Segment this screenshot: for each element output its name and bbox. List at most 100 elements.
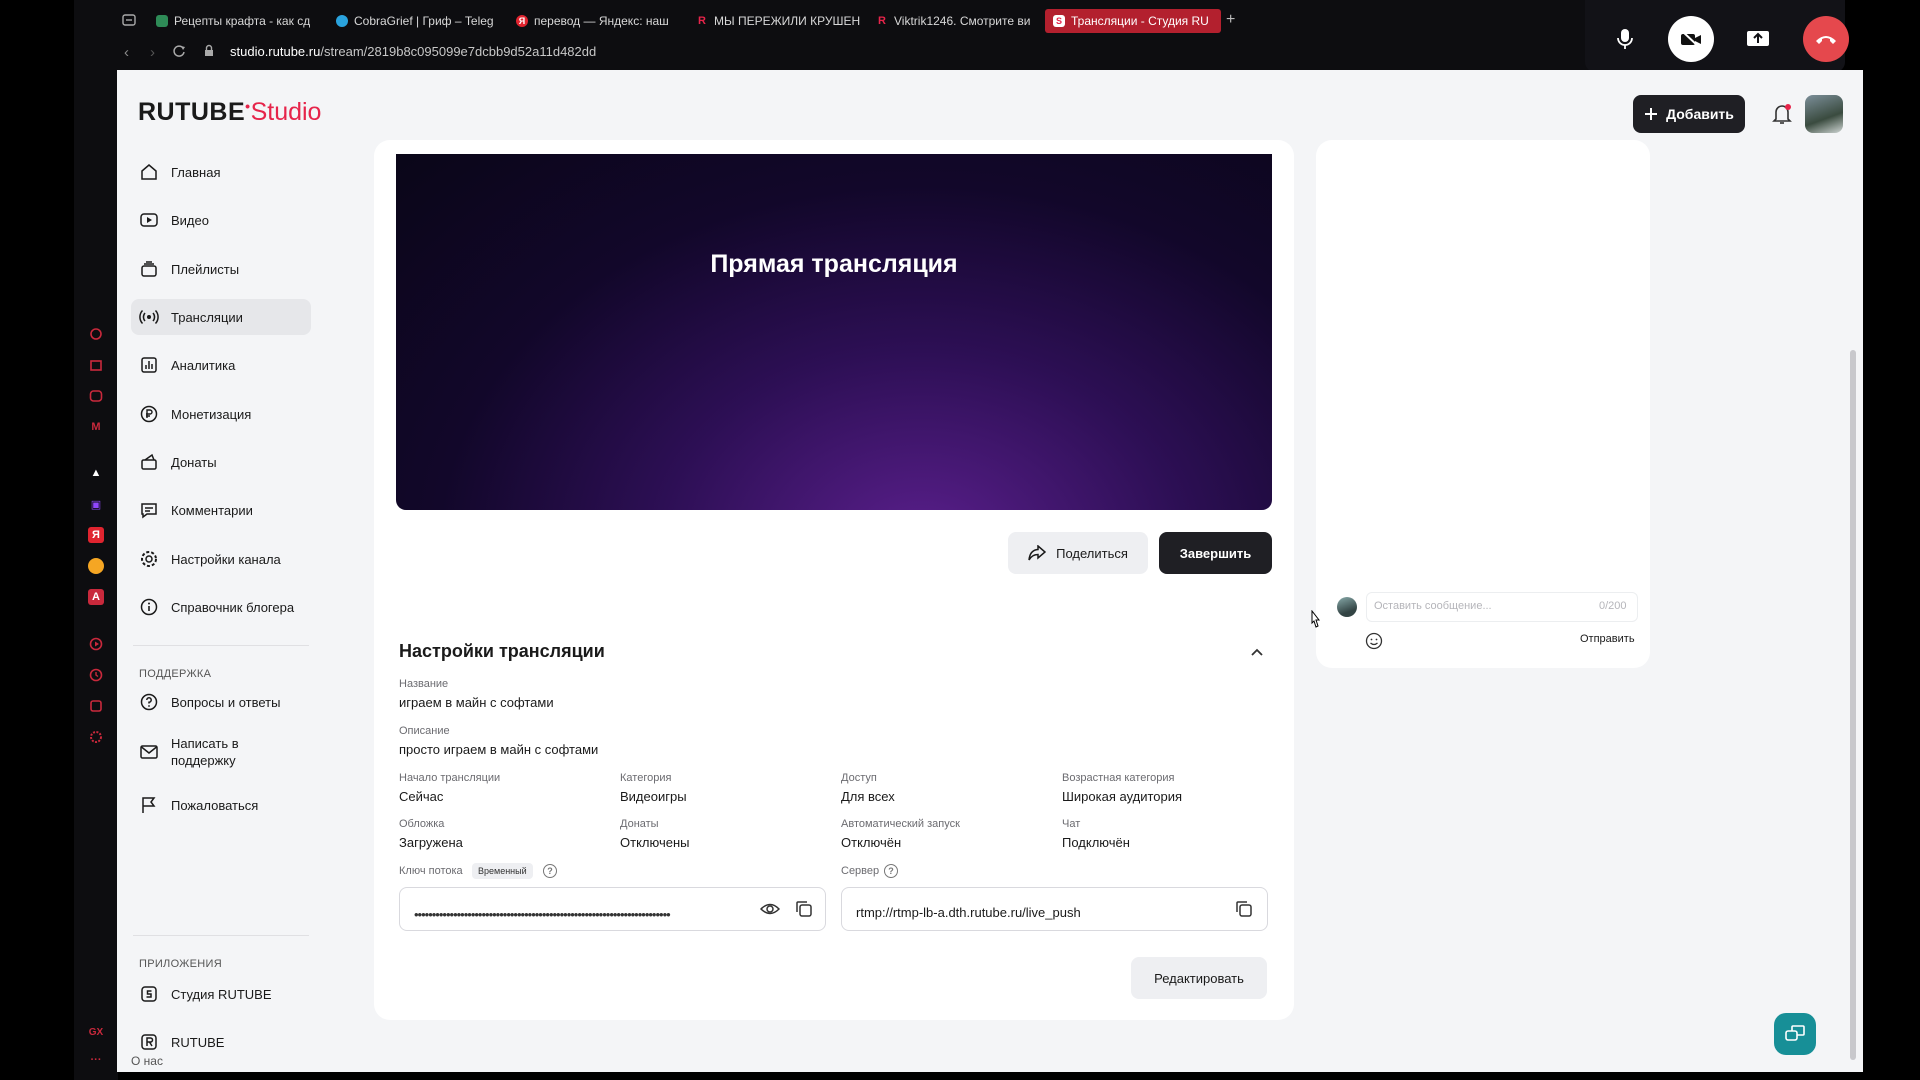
name-label: Название — [399, 678, 449, 690]
back-icon[interactable]: ‹ — [124, 44, 129, 61]
cover-value: Загружена — [399, 835, 463, 850]
tab-yandex-translate[interactable]: Я перевод — Яндекс: наш — [508, 9, 680, 33]
sidebar-item-faq[interactable]: Вопросы и ответы — [131, 684, 311, 720]
end-stream-button[interactable]: Завершить — [1159, 532, 1272, 574]
sidebar-item-label: Настройки канала — [171, 551, 281, 567]
sidebar-item-blogger-guide[interactable]: Справочник блогера — [131, 589, 311, 625]
yandex-icon: Я — [516, 15, 528, 27]
edit-button[interactable]: Редактировать — [1131, 957, 1267, 999]
hang-up-button[interactable] — [1803, 16, 1849, 62]
messenger-icon[interactable] — [88, 388, 104, 404]
microphone-button[interactable] — [1602, 16, 1648, 62]
sidebar-item-video[interactable]: Видео — [131, 202, 311, 238]
camera-off-button[interactable] — [1668, 16, 1714, 62]
playlist-icon — [141, 261, 157, 277]
sidebar-item-donations[interactable]: Донаты — [131, 444, 311, 480]
donate-icon — [141, 453, 157, 470]
url-field[interactable]: studio.rutube.ru/stream/2819b8c095099e7d… — [230, 44, 596, 59]
page-scrollbar[interactable] — [1850, 350, 1856, 1060]
tab-rutube-channel[interactable]: R Viktrik1246. Смотрите ви — [868, 9, 1040, 33]
support-section-title: ПОДДЕРЖКА — [139, 668, 212, 680]
rutube-studio-logo[interactable]: RUTUBE•Studio — [138, 98, 321, 127]
sidebar-divider — [133, 645, 309, 646]
donations-value: Отключены — [620, 835, 690, 850]
server-value: rtmp://rtmp-lb-a.dth.rutube.ru/live_push — [856, 905, 1081, 920]
lock-icon — [205, 44, 213, 56]
description-label: Описание — [399, 725, 450, 737]
gmail-icon[interactable]: M — [88, 419, 104, 435]
tab-studio-streams[interactable]: S Трансляции - Студия RU — [1045, 9, 1221, 33]
sidebar-item-broadcasts[interactable]: Трансляции — [131, 299, 311, 335]
edit-button-label: Редактировать — [1154, 970, 1244, 986]
sidebar-item-home[interactable]: Главная — [131, 154, 311, 190]
speed-dial-icon[interactable] — [88, 326, 104, 342]
mail-ru-icon[interactable] — [88, 558, 104, 574]
tab-telegram[interactable]: CobraGrief | Гриф – Teleg — [328, 9, 500, 33]
user-avatar[interactable] — [1805, 95, 1843, 133]
chat-bubbles-icon — [1785, 1025, 1805, 1041]
player-icon[interactable] — [88, 636, 104, 652]
sidebar-item-label: Видео — [171, 212, 209, 228]
eye-icon[interactable] — [760, 899, 780, 919]
broadcast-icon — [139, 309, 159, 325]
about-link[interactable]: О нас — [131, 1054, 163, 1068]
copy-icon[interactable] — [1234, 899, 1254, 919]
notifications-bell-icon[interactable] — [1770, 102, 1794, 126]
help-icon[interactable]: ? — [543, 864, 557, 878]
end-stream-button-label: Завершить — [1179, 545, 1252, 561]
gear-icon — [141, 551, 157, 567]
add-button-label: Добавить — [1666, 106, 1734, 122]
shopping-icon[interactable] — [88, 357, 104, 373]
sidebar-item-comments[interactable]: Комментарии — [131, 492, 311, 528]
tab-recipes[interactable]: Рецепты крафта - как сд — [148, 9, 320, 33]
logo-main: RUTUBE — [138, 98, 246, 126]
screen-share-icon — [1747, 31, 1769, 46]
studio-favicon-icon: S — [1053, 15, 1065, 27]
sidebar-item-label: Монетизация — [171, 406, 252, 422]
tab-rutube-video[interactable]: R МЫ ПЕРЕЖИЛИ КРУШЕН — [688, 9, 860, 33]
tab-menu-icon[interactable] — [122, 13, 136, 27]
emoji-icon[interactable] — [1365, 632, 1383, 650]
twitch-icon[interactable]: ▣ — [88, 496, 104, 512]
category-label: Категория — [620, 772, 672, 784]
stream-player[interactable]: Прямая трансляция — [396, 154, 1272, 510]
help-icon[interactable]: ? — [884, 864, 898, 878]
chat-send-button[interactable]: Отправить — [1580, 633, 1635, 645]
support-chat-button[interactable] — [1774, 1013, 1816, 1055]
chevron-up-icon[interactable] — [1249, 644, 1265, 660]
history-icon[interactable] — [88, 667, 104, 683]
chat-user-avatar — [1337, 597, 1357, 617]
settings-title: Настройки трансляции — [399, 641, 605, 661]
sidebar-item-label: Аналитика — [171, 357, 236, 373]
chat-placeholder: Оставить сообщение... — [1374, 600, 1492, 612]
chat-setting-label: Чат — [1062, 818, 1081, 830]
copy-icon[interactable] — [794, 899, 814, 919]
reload-icon[interactable] — [172, 44, 186, 58]
sidebar-app-icon[interactable]: ▲ — [88, 465, 104, 481]
more-icon[interactable]: ··· — [88, 1052, 104, 1068]
server-label: Сервер — [841, 865, 880, 877]
extensions-icon[interactable] — [88, 698, 104, 714]
gx-icon[interactable]: GX — [88, 1024, 104, 1040]
share-button[interactable]: Поделиться — [1008, 532, 1148, 574]
rutube-icon — [141, 1034, 157, 1050]
sidebar-item-channel-settings[interactable]: Настройки канала — [131, 541, 311, 577]
settings-icon[interactable] — [88, 729, 104, 745]
sidebar-item-contact-support[interactable]: Написать в поддержку — [131, 731, 311, 773]
new-tab-icon[interactable]: + — [1226, 11, 1235, 29]
sidebar-item-report[interactable]: Пожаловаться — [131, 787, 311, 823]
yandex-icon[interactable]: Я — [88, 527, 104, 543]
add-button[interactable]: Добавить — [1633, 95, 1745, 133]
donations-label: Донаты — [620, 818, 659, 830]
app-store-icon[interactable]: A — [88, 589, 104, 605]
sidebar-item-label: Написать в поддержку — [171, 736, 239, 768]
screen-share-button[interactable] — [1735, 16, 1781, 62]
sidebar-item-monetization[interactable]: Монетизация — [131, 396, 311, 432]
stream-key-label: Ключ потока — [399, 865, 463, 877]
forward-icon[interactable]: › — [150, 44, 155, 61]
sidebar-item-analytics[interactable]: Аналитика — [131, 347, 311, 383]
sidebar-item-studio-app[interactable]: Студия RUTUBE — [131, 976, 311, 1012]
sidebar-item-label: Справочник блогера — [171, 599, 295, 615]
sidebar-item-playlists[interactable]: Плейлисты — [131, 251, 311, 287]
sidebar-item-label: Студия RUTUBE — [171, 986, 272, 1002]
